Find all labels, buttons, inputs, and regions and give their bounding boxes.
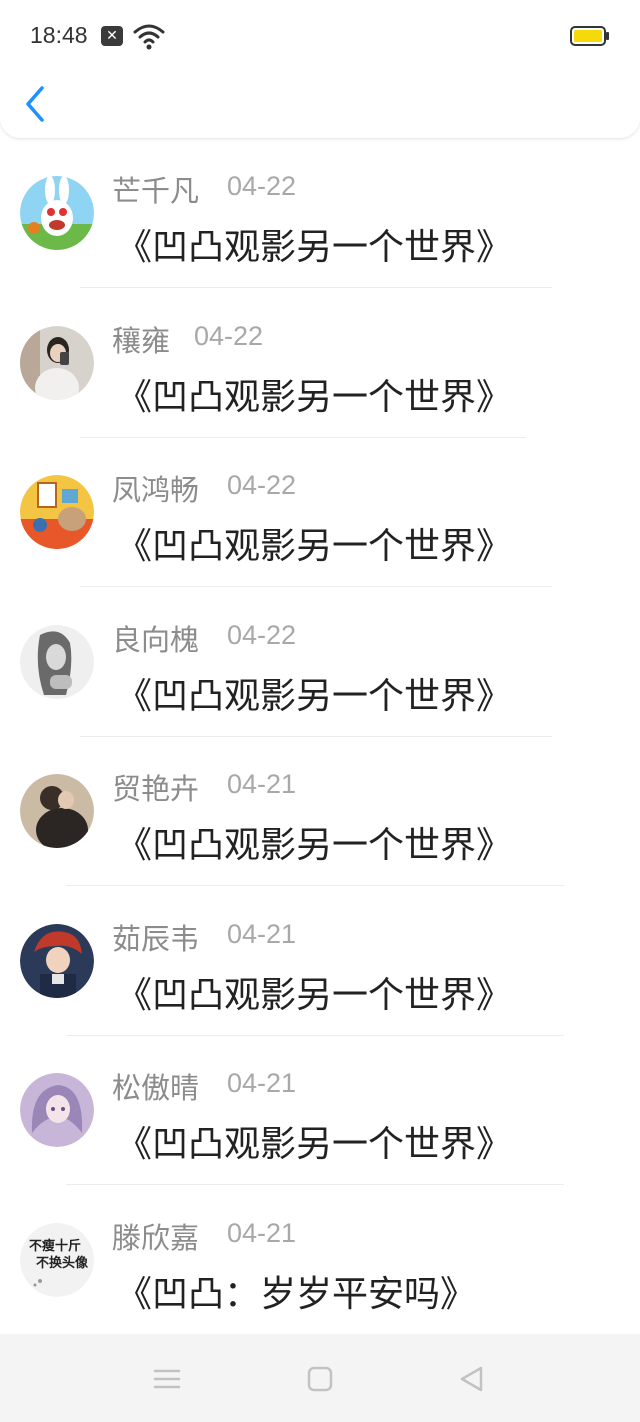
system-nav-bar <box>0 1334 640 1422</box>
sender-name: 松傲晴 <box>112 1071 200 1105</box>
text-avatar: 不瘦十斤 不换头像 <box>20 1222 94 1297</box>
message-date: 04-21 <box>227 1217 297 1248</box>
message-date: 04-22 <box>227 470 297 500</box>
message-date: 04-21 <box>227 1068 297 1098</box>
svg-text:不瘦十斤: 不瘦十斤 <box>29 1238 81 1254</box>
message-title: 《凹凸观影另一个世界》 <box>116 675 513 717</box>
close-notification-icon: ✕ <box>101 26 123 46</box>
list-item[interactable]: 松傲晴 04-21 《凹凸观影另一个世界》 <box>0 1035 640 1185</box>
rabbid-cartoon-avatar <box>20 176 94 250</box>
list-item[interactable]: 凤鸿畅 04-22 《凹凸观影另一个世界》 <box>0 437 640 587</box>
sender-name: 滕欣嘉 <box>112 1220 200 1255</box>
message-date: 04-22 <box>227 171 297 201</box>
list-item[interactable]: 茹辰韦 04-21 《凹凸观影另一个世界》 <box>0 886 640 1036</box>
wifi-icon <box>133 24 165 50</box>
list-item[interactable]: 贸艳卉 04-21 《凹凸观影另一个世界》 <box>0 736 640 886</box>
message-title: 《凹凸：岁岁平安吗》 <box>116 1273 477 1315</box>
menu-icon[interactable] <box>152 1364 182 1394</box>
back-triangle-icon[interactable] <box>457 1364 487 1394</box>
message-date: 04-22 <box>227 619 297 650</box>
message-title: 《凹凸观影另一个世界》 <box>116 526 513 567</box>
list-item[interactable]: 穰雍 04-22 《凹凸观影另一个世界》 <box>0 288 640 438</box>
message-title: 《凹凸观影另一个世界》 <box>116 227 513 268</box>
home-icon[interactable] <box>305 1364 335 1394</box>
sender-name: 贸艳卉 <box>112 772 200 806</box>
message-date: 04-22 <box>194 320 264 351</box>
top-bar: 18:48 ✕ <box>0 0 640 138</box>
battery-icon <box>570 26 609 46</box>
list-item[interactable]: 不瘦十斤 不换头像 滕欣嘉 04-21 《凹凸：岁岁平安吗》 <box>0 1185 640 1335</box>
sender-name: 穰雍 <box>112 323 171 358</box>
svg-text:不换头像: 不换头像 <box>36 1255 89 1271</box>
cartoon-room-avatar <box>20 475 94 549</box>
sender-name: 茹辰韦 <box>112 921 200 956</box>
message-title: 《凹凸观影另一个世界》 <box>116 825 513 866</box>
message-title: 《凹凸观影另一个世界》 <box>116 974 513 1016</box>
list-item[interactable]: 良向槐 04-22 《凹凸观影另一个世界》 <box>0 587 640 737</box>
sender-name: 芒千凡 <box>112 174 200 208</box>
girl-selfie-avatar <box>20 325 94 400</box>
message-date: 04-21 <box>227 918 297 949</box>
message-title: 《凹凸观影另一个世界》 <box>116 1124 513 1165</box>
message-date: 04-21 <box>227 769 297 799</box>
anime-girl-avatar <box>20 1073 94 1147</box>
message-title: 《凹凸观影另一个世界》 <box>116 376 513 418</box>
anime-boy-avatar <box>20 923 94 998</box>
back-button[interactable] <box>18 82 54 126</box>
status-time: 18:48 <box>30 22 88 48</box>
bw-portrait-avatar <box>20 624 94 699</box>
sender-name: 良向槐 <box>112 622 200 657</box>
message-list: 芒千凡 04-22 《凹凸观影另一个世界》 穰雍 04-22 《凹凸观影另一个世… <box>0 138 640 1334</box>
couple-hug-avatar <box>20 774 94 848</box>
sender-name: 凤鸿畅 <box>112 473 200 507</box>
list-item[interactable]: 芒千凡 04-22 《凹凸观影另一个世界》 <box>0 138 640 288</box>
